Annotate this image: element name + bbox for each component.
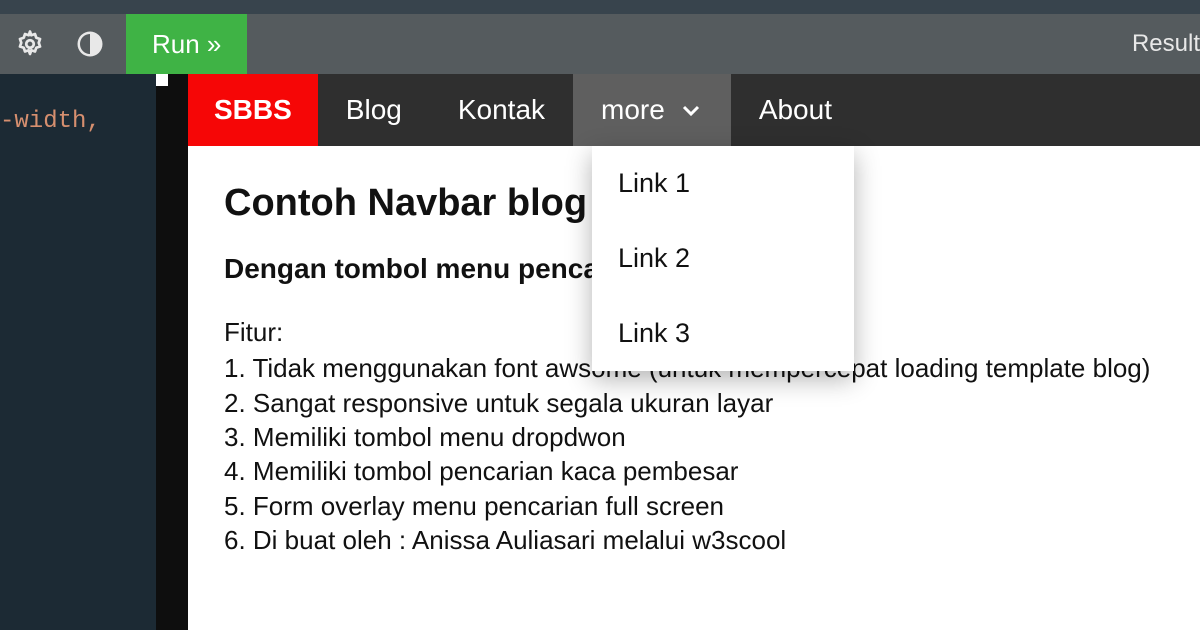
nav-item-kontak[interactable]: Kontak <box>430 74 573 146</box>
pane-splitter[interactable] <box>156 74 188 630</box>
nav-item-blog[interactable]: Blog <box>318 74 430 146</box>
run-button-label: Run » <box>152 29 221 60</box>
chevron-down-icon <box>679 98 703 122</box>
nav-item-about[interactable]: About <box>731 74 860 146</box>
more-dropdown: Link 1 Link 2 Link 3 <box>592 146 854 371</box>
dropdown-item[interactable]: Link 3 <box>592 296 854 371</box>
feature-item: 3. Memiliki tombol menu dropdwon <box>224 420 1164 454</box>
settings-icon[interactable] <box>0 14 60 74</box>
run-button[interactable]: Run » <box>126 14 247 74</box>
dropdown-item[interactable]: Link 1 <box>592 146 854 221</box>
nav-item-label: Kontak <box>458 94 545 126</box>
dropdown-item[interactable]: Link 2 <box>592 221 854 296</box>
dropdown-item-label: Link 1 <box>618 168 690 198</box>
dropdown-item-label: Link 2 <box>618 243 690 273</box>
nav-item-label: Blog <box>346 94 402 126</box>
contrast-icon[interactable] <box>60 14 120 74</box>
code-fragment: -width, <box>0 108 101 135</box>
dropdown-item-label: Link 3 <box>618 318 690 348</box>
preview-navbar: SBBS Blog Kontak more About <box>188 74 1200 146</box>
nav-brand[interactable]: SBBS <box>188 74 318 146</box>
feature-item: 5. Form overlay menu pencarian full scre… <box>224 489 1164 523</box>
nav-item-more[interactable]: more <box>573 74 731 146</box>
features-list: 1. Tidak menggunakan font awsome (untuk … <box>224 351 1164 557</box>
result-label: Result <box>1132 30 1200 58</box>
nav-item-label: more <box>601 94 665 126</box>
window-top-strip <box>0 0 1200 14</box>
editor-toolbar: Run » Result <box>0 14 1200 74</box>
workspace: -width, SBBS Blog Kontak more About <box>0 74 1200 630</box>
feature-item: 6. Di buat oleh : Anissa Auliasari melal… <box>224 523 1164 557</box>
preview-pane: SBBS Blog Kontak more About Link 1 <box>188 74 1200 630</box>
feature-item: 2. Sangat responsive untuk segala ukuran… <box>224 386 1164 420</box>
nav-brand-label: SBBS <box>214 94 292 126</box>
feature-item: 4. Memiliki tombol pencarian kaca pembes… <box>224 454 1164 488</box>
nav-item-label: About <box>759 94 832 126</box>
code-editor-pane[interactable]: -width, <box>0 74 156 630</box>
